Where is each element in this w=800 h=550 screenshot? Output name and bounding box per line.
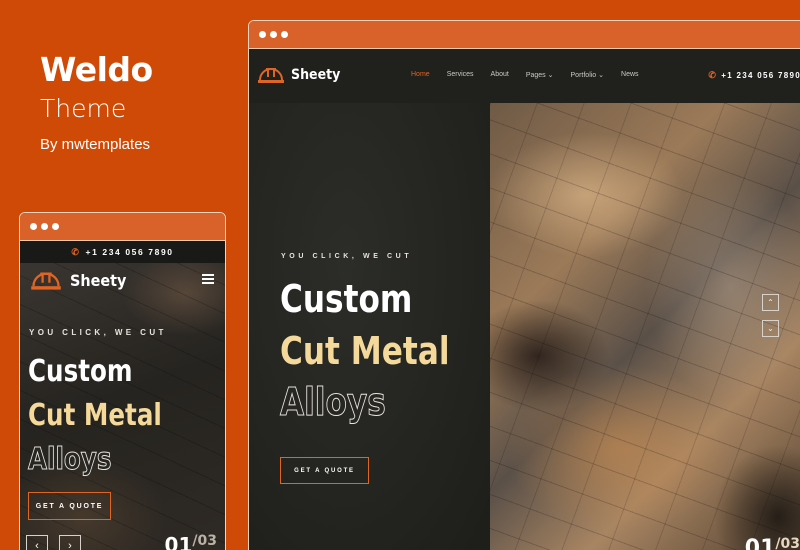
author-label: By mwtemplates <box>40 136 151 153</box>
slide-total: /03 <box>775 536 800 550</box>
desktop-preview-window: Sheety Home Services About Pages ⌄ Portf… <box>248 20 800 550</box>
hero-eyebrow: YOU CLICK, WE CUT <box>281 253 413 260</box>
site-header: Sheety Home Services About Pages ⌄ Portf… <box>249 49 800 103</box>
mobile-preview-window: ✆ +1 234 056 7890 Sheety YOU CLICK, WE C… <box>19 212 226 550</box>
theme-label: Theme <box>40 94 127 123</box>
hero-line-3: Alloys <box>280 380 387 425</box>
hard-hat-icon <box>258 68 284 83</box>
hero-line-1: Custom <box>280 277 413 321</box>
nav-portfolio-label: Portfolio <box>570 72 597 79</box>
main-nav: Home Services About Pages ⌄ Portfolio ⌄ … <box>411 71 639 79</box>
theme-name: Weldo <box>40 50 153 89</box>
nav-portfolio[interactable]: Portfolio ⌄ <box>571 71 605 79</box>
nav-about[interactable]: About <box>491 71 509 79</box>
logo-text: Sheety <box>291 67 341 83</box>
window-dots <box>259 31 288 38</box>
phone-number: +1 234 056 7890 <box>721 71 800 80</box>
mobile-hero-content: YOU CLICK, WE CUT Custom Cut Metal Alloy… <box>20 213 225 550</box>
hero-line-2: Cut Metal <box>28 398 162 433</box>
slide-current: 01 <box>744 536 776 550</box>
hero-line-3: Alloys <box>28 442 112 478</box>
chevron-down-icon: ⌄ <box>598 72 605 79</box>
hero-line-2: Cut Metal <box>280 329 450 373</box>
promo-block: Weldo Theme By mwtemplates <box>40 50 153 154</box>
site-logo[interactable]: Sheety <box>257 64 346 86</box>
nav-pages[interactable]: Pages ⌄ <box>526 71 554 79</box>
chevron-left-icon[interactable]: ‹ <box>26 535 48 550</box>
slide-counter: 01/03 <box>165 533 217 550</box>
phone-icon: ✆ <box>708 70 718 80</box>
nav-pages-label: Pages <box>525 72 546 79</box>
slide-counter: 01/03 <box>745 536 800 550</box>
chevron-down-icon: ⌄ <box>547 72 554 79</box>
chevron-down-icon[interactable]: ⌄ <box>762 320 779 337</box>
get-quote-button[interactable]: GET A QUOTE <box>28 492 111 520</box>
nav-services[interactable]: Services <box>447 71 474 79</box>
hero-metal-image: ⌃ ⌄ 01/03 <box>490 103 800 550</box>
slide-total: /03 <box>192 533 217 549</box>
hero-text-panel: YOU CLICK, WE CUT Custom Cut Metal Alloy… <box>249 103 490 550</box>
hero-eyebrow: YOU CLICK, WE CUT <box>29 328 167 337</box>
chevron-right-icon[interactable]: › <box>59 535 81 550</box>
nav-home[interactable]: Home <box>411 71 430 79</box>
header-phone[interactable]: ✆ +1 234 056 7890 <box>708 70 800 81</box>
get-quote-button[interactable]: GET A QUOTE <box>280 457 369 484</box>
browser-titlebar <box>249 21 800 49</box>
nav-news[interactable]: News <box>621 71 639 79</box>
slide-current: 01 <box>164 533 193 550</box>
chevron-up-icon[interactable]: ⌃ <box>762 294 779 311</box>
hero-line-1: Custom <box>28 354 133 389</box>
